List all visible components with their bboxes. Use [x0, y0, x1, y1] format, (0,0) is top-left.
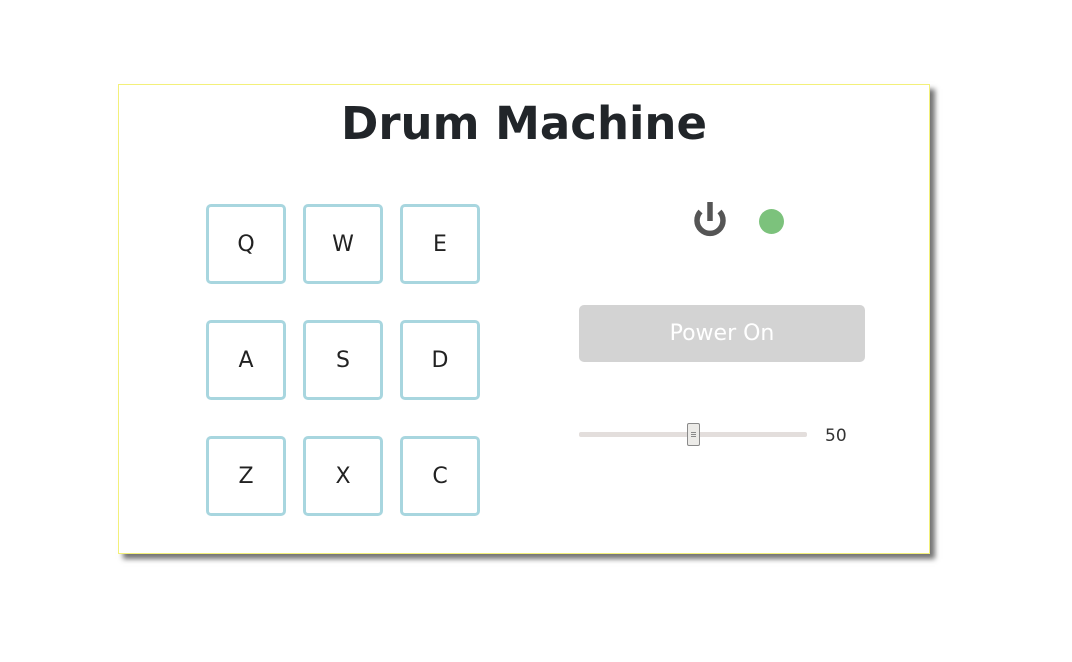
drum-machine-panel: Drum Machine Q W E A S D Z X C Power On … — [118, 84, 930, 554]
drum-pad-d[interactable]: D — [400, 320, 480, 400]
drum-pad-grid: Q W E A S D Z X C — [206, 204, 480, 516]
power-icon[interactable] — [691, 200, 729, 242]
power-controls — [691, 200, 791, 242]
drum-pad-s[interactable]: S — [303, 320, 383, 400]
drum-pad-q[interactable]: Q — [206, 204, 286, 284]
drum-pad-w[interactable]: W — [303, 204, 383, 284]
page-title: Drum Machine — [341, 97, 707, 150]
drum-pad-c[interactable]: C — [400, 436, 480, 516]
volume-value: 50 — [825, 426, 847, 446]
drum-pad-a[interactable]: A — [206, 320, 286, 400]
volume-slider-thumb[interactable] — [686, 423, 700, 446]
drum-pad-z[interactable]: Z — [206, 436, 286, 516]
drum-pad-x[interactable]: X — [303, 436, 383, 516]
display-readout: Power On — [579, 305, 865, 362]
power-status-led — [759, 209, 784, 234]
drum-pad-e[interactable]: E — [400, 204, 480, 284]
